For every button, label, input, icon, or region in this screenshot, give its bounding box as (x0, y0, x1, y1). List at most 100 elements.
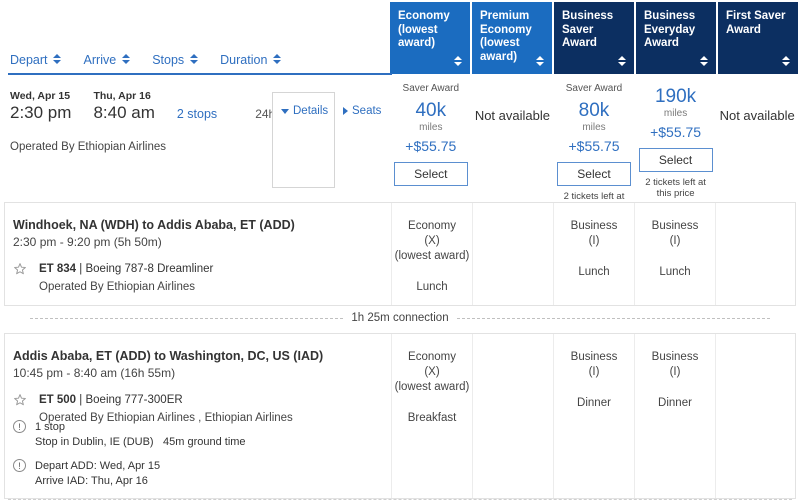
cabin-meal: Dinner (577, 397, 611, 409)
fare-column-label: Business Everyday Award (644, 10, 696, 49)
select-button[interactable]: Select (393, 162, 468, 186)
segment-times: 10:45 pm - 8:40 am (16h 55m) (13, 366, 176, 380)
select-button[interactable]: Select (638, 148, 713, 172)
cabin-name: Economy (408, 220, 456, 232)
info-icon: ! (13, 459, 26, 472)
sort-arrive-label: Arrive (83, 53, 117, 67)
sort-updown-icon[interactable] (617, 56, 626, 68)
fare-cells: Saver Award 40k miles +$55.75 Select Not… (390, 78, 798, 213)
segment-panel-1: Windhoek, NA (WDH) to Addis Ababa, ET (A… (4, 202, 796, 306)
sort-duration[interactable]: Duration (220, 53, 281, 67)
cabin-class: (I) (669, 235, 681, 247)
segment-flight-number: ET 500 (39, 394, 77, 406)
segment-cabin-economy: Economy (X) (lowest award) Lunch (391, 203, 472, 305)
segment-aircraft: Boeing 777-300ER (85, 394, 183, 406)
cabin-class: (I) (588, 366, 600, 378)
divider-line-right (456, 317, 770, 319)
fare-column-header-premium-economy[interactable]: Premium Economy (lowest award) (472, 2, 552, 74)
sort-depart-label: Depart (10, 53, 48, 67)
fare-column-header-first-saver[interactable]: First Saver Award (718, 2, 798, 74)
chevron-down-icon (281, 108, 289, 114)
flight-times-block: Wed, Apr 15 2:30 pm Thu, Apr 16 8:40 am … (10, 90, 302, 153)
segment-cabin-first-saver (715, 334, 796, 498)
details-label: Details (293, 105, 329, 117)
segment-cabin-premium-economy (472, 203, 553, 305)
info-icon: ! (13, 420, 26, 433)
cabin-name: Business (570, 220, 618, 232)
segment-route: Windhoek, NA (WDH) to Addis Ababa, ET (A… (13, 218, 295, 232)
fare-price: +$55.75 (405, 138, 457, 154)
sort-updown-icon[interactable] (535, 56, 544, 68)
connection-text: 1h 25m connection (351, 312, 449, 324)
fare-warning: 2 tickets left at this price (645, 177, 706, 199)
operated-by-summary: Operated By Ethiopian Airlines (10, 141, 166, 153)
segment-route: Addis Ababa, ET (ADD) to Washington, DC,… (13, 349, 324, 363)
bottom-divider (8, 499, 792, 500)
cabin-name: Economy (408, 351, 456, 363)
stops-link[interactable]: 2 stops (177, 107, 217, 123)
chevron-right-icon (343, 107, 348, 115)
details-toggle[interactable]: Details (281, 105, 328, 117)
segment-cabin-business-saver: Business (I) Lunch (553, 203, 634, 305)
arrive-time: 8:40 am (93, 103, 155, 122)
fare-miles-unit: miles (582, 122, 606, 133)
cabin-meal: Lunch (578, 266, 610, 278)
note-arrive-date: Arrive IAD: Thu, Apr 16 (35, 475, 148, 487)
note-dates: ! Depart ADD: Wed, Apr 15 Arrive IAD: Th… (13, 459, 383, 489)
cabin-meal: Dinner (658, 397, 692, 409)
note-depart-date: Depart ADD: Wed, Apr 15 (35, 460, 161, 472)
segment-flight-number: ET 834 (39, 263, 77, 275)
sort-updown-icon[interactable] (53, 54, 62, 66)
fare-column-header-economy[interactable]: Economy (lowest award) (390, 2, 470, 74)
note-stop: ! 1 stop Stop in Dublin, IE (DUB) 45m gr… (13, 420, 383, 450)
fare-miles-unit: miles (419, 122, 443, 133)
sort-arrive[interactable]: Arrive (84, 53, 131, 67)
segment-times: 2:30 pm - 9:20 pm (5h 50m) (13, 235, 162, 249)
sort-updown-icon[interactable] (453, 56, 462, 68)
segment-panel-2: Addis Ababa, ET (ADD) to Washington, DC,… (4, 333, 796, 499)
sort-updown-icon[interactable] (699, 56, 708, 68)
sort-duration-label: Duration (220, 53, 268, 67)
segment-cabin-business-saver: Business (I) Dinner (553, 334, 634, 498)
note-title: 1 stop (35, 421, 65, 433)
connection-divider: 1h 25m connection (4, 312, 796, 324)
segment-cabin-first-saver (715, 203, 796, 305)
segment-cabin-business-everyday: Business (I) Dinner (634, 334, 715, 498)
segment-operated-by: Operated By Ethiopian Airlines (39, 281, 195, 293)
cabin-meal: Lunch (659, 266, 691, 278)
depart-date: Wed, Apr 15 (10, 90, 71, 102)
segment-cabin-economy: Economy (X) (lowest award) Breakfast (391, 334, 472, 498)
segment-2-cabin-columns: Economy (X) (lowest award) Breakfast Bus… (391, 334, 796, 498)
cabin-name: Business (570, 351, 618, 363)
cabin-meal: Breakfast (407, 412, 457, 424)
sort-updown-icon[interactable] (272, 54, 281, 66)
fare-column-label: Premium Economy (lowest award) (480, 10, 532, 63)
star-icon (13, 261, 29, 281)
sort-stops-label: Stops (152, 53, 185, 67)
note-ground-time: 45m ground time (163, 436, 246, 448)
cabin-meal: Lunch (416, 281, 448, 293)
fare-unavailable: Not available (719, 108, 795, 123)
fare-column-header-business-saver[interactable]: Business Saver Award (554, 2, 634, 74)
cabin-class: (X) (424, 366, 440, 378)
cabin-class: (I) (669, 366, 681, 378)
sort-updown-icon[interactable] (189, 54, 198, 66)
sort-stops[interactable]: Stops (152, 53, 198, 67)
cabin-note: (lowest award) (394, 250, 470, 262)
fare-cell-premium-economy: Not available (472, 78, 554, 196)
note-stop-city: Stop in Dublin, IE (DUB) (35, 436, 154, 448)
cabin-note: (lowest award) (394, 381, 470, 393)
fare-column-header-business-everyday[interactable]: Business Everyday Award (636, 2, 716, 74)
fare-column-label: First Saver Award (726, 10, 786, 36)
sort-updown-icon[interactable] (781, 56, 790, 68)
select-button[interactable]: Select (556, 162, 631, 186)
seats-toggle[interactable]: Seats (343, 105, 381, 117)
sort-bar-underline (8, 73, 392, 75)
cabin-name: Business (651, 220, 699, 232)
segment-1-cabin-columns: Economy (X) (lowest award) Lunch Busines… (391, 203, 796, 305)
fare-column-headers: Economy (lowest award) Premium Economy (… (390, 2, 798, 74)
seats-label: Seats (352, 105, 382, 117)
sort-depart[interactable]: Depart (10, 53, 62, 67)
arrive-block: Thu, Apr 16 8:40 am (93, 90, 154, 123)
sort-updown-icon[interactable] (121, 54, 130, 66)
